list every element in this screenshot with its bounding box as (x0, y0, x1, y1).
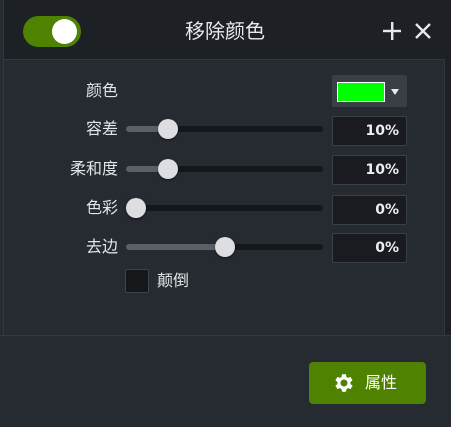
slider-thumb[interactable] (126, 198, 146, 218)
hue-slider[interactable] (126, 197, 323, 219)
effect-enable-toggle[interactable] (23, 16, 81, 47)
remove-color-window: 移除颜色 颜色 容差 10% 柔和度 10% 色彩 0% 去边 0% 颠倒 属性 (0, 0, 451, 427)
color-picker-button[interactable] (332, 75, 407, 107)
softness-label: 柔和度 (69, 159, 118, 178)
panel-edge (445, 0, 451, 335)
defringe-value-field[interactable]: 0% (332, 233, 407, 263)
hue-value-field[interactable]: 0% (332, 195, 407, 225)
softness-slider[interactable] (126, 158, 323, 180)
add-button[interactable] (380, 19, 404, 43)
color-label: 颜色 (85, 81, 118, 100)
close-icon (415, 23, 431, 39)
invert-label: 颠倒 (157, 271, 190, 290)
properties-button[interactable]: 属性 (309, 362, 426, 404)
slider-thumb[interactable] (215, 237, 235, 257)
chevron-down-icon (391, 89, 399, 95)
panel-header: 移除颜色 (4, 0, 446, 60)
defringe-slider[interactable] (126, 236, 323, 258)
tolerance-label: 容差 (85, 119, 118, 138)
color-swatch (337, 82, 385, 102)
toggle-knob (52, 19, 77, 44)
tolerance-slider[interactable] (126, 118, 323, 140)
defringe-label: 去边 (85, 237, 118, 256)
slider-thumb[interactable] (158, 159, 179, 179)
tolerance-value-field[interactable]: 10% (332, 116, 407, 146)
properties-label: 属性 (365, 373, 398, 392)
slider-fill (126, 244, 225, 250)
gear-icon (335, 374, 353, 392)
close-button[interactable] (411, 19, 435, 43)
slider-thumb[interactable] (158, 119, 179, 139)
hue-label: 色彩 (85, 198, 118, 217)
invert-checkbox[interactable] (125, 269, 149, 293)
plus-icon (383, 22, 401, 40)
effect-panel: 移除颜色 颜色 容差 10% 柔和度 10% 色彩 0% 去边 0% 颠倒 (3, 0, 446, 335)
slider-track (126, 205, 323, 211)
softness-value-field[interactable]: 10% (332, 155, 407, 185)
panel-footer: 属性 (0, 335, 451, 427)
